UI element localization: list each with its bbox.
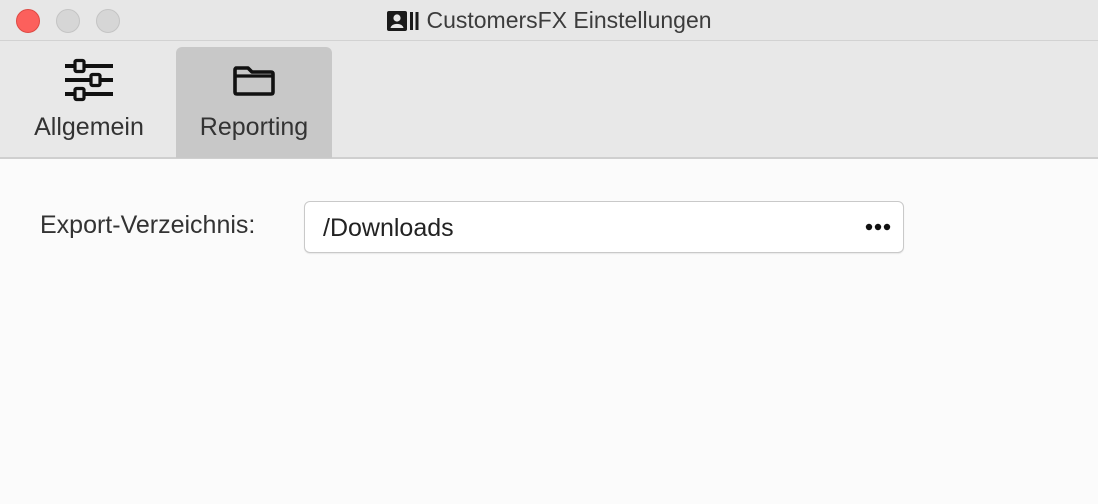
tab-reporting-label: Reporting <box>199 113 309 141</box>
tab-reporting[interactable]: Reporting <box>176 47 332 158</box>
export-dir-field[interactable]: /Downloads <box>304 201 904 253</box>
browse-directory-button[interactable] <box>863 216 893 238</box>
window-title: CustomersFX Einstellungen <box>426 7 712 33</box>
export-dir-value: /Downloads <box>323 214 454 242</box>
preferences-window: CustomersFX Einstellungen Allgemein Repo… <box>0 0 1098 504</box>
export-dir-label: Export-Verzeichnis: <box>40 211 256 239</box>
sliders-icon <box>63 57 115 103</box>
ellipsis-icon <box>865 223 891 231</box>
folder-icon <box>228 57 280 103</box>
tab-allgemein-label: Allgemein <box>34 113 144 141</box>
contact-card-icon <box>386 10 420 32</box>
title-bar: CustomersFX Einstellungen <box>0 0 1098 41</box>
reporting-panel: Export-Verzeichnis: /Downloads <box>0 159 1098 504</box>
tab-allgemein[interactable]: Allgemein <box>14 47 164 158</box>
preferences-toolbar: Allgemein Reporting <box>0 41 1098 159</box>
window-title-area: CustomersFX Einstellungen <box>0 0 1098 41</box>
